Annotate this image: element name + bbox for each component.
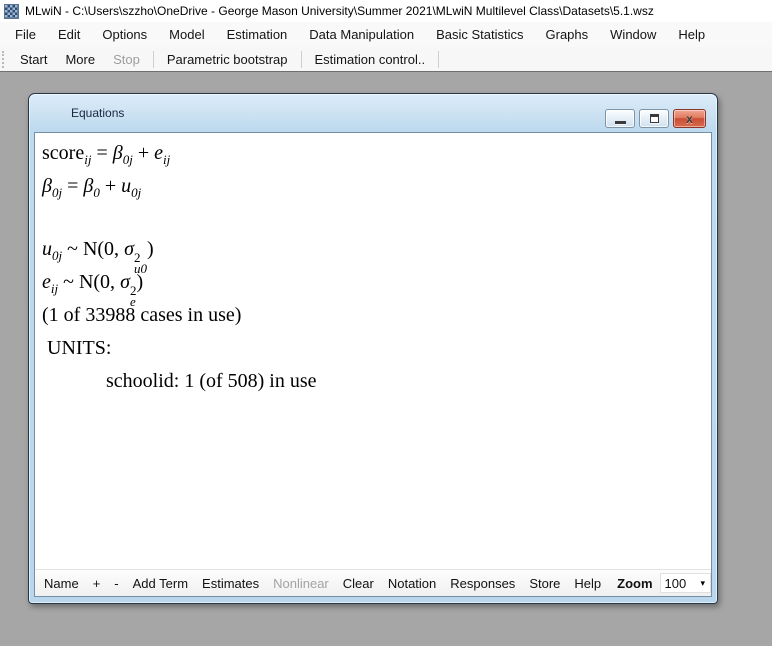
parametric-bootstrap-button[interactable]: Parametric bootstrap: [158, 49, 297, 70]
eq-operator: =: [62, 175, 83, 197]
eq-operator: ~ N(0,: [62, 238, 124, 260]
restore-button[interactable]: [639, 109, 669, 128]
menu-estimation[interactable]: Estimation: [216, 24, 299, 45]
app-icon: [4, 4, 19, 19]
menubar: File Edit Options Model Estimation Data …: [0, 22, 772, 47]
menu-basic-statistics[interactable]: Basic Statistics: [425, 24, 534, 45]
equation-u-distribution[interactable]: u0j ~ N(0, σ2u0): [42, 233, 711, 266]
eq-term: β: [42, 175, 52, 197]
eq-subscript: ij: [163, 152, 170, 167]
units-detail-text: schoolid: 1 (of 508) in use: [42, 365, 711, 398]
eq-sigma: σ: [124, 238, 134, 260]
name-button[interactable]: Name: [37, 573, 86, 594]
zoom-label: Zoom: [608, 573, 657, 594]
units-label: UNITS:: [42, 332, 711, 365]
more-button[interactable]: More: [56, 49, 104, 70]
estimates-button[interactable]: Estimates: [195, 573, 266, 594]
start-button[interactable]: Start: [11, 49, 56, 70]
minimize-icon: [615, 121, 626, 124]
eq-subscript: 0j: [131, 185, 141, 200]
toolbar-grip-icon[interactable]: [2, 51, 7, 68]
app-title: MLwiN - C:\Users\szzho\OneDrive - George…: [25, 4, 654, 18]
menu-help[interactable]: Help: [667, 24, 716, 45]
menu-model[interactable]: Model: [158, 24, 215, 45]
estimation-control-button[interactable]: Estimation control..: [306, 49, 435, 70]
close-button[interactable]: x: [673, 109, 706, 128]
eq-term: β: [83, 175, 93, 197]
mdi-client-area: Equations x scoreij = β0j + eij β0j = β0…: [0, 73, 772, 646]
equations-window-titlebar[interactable]: Equations x: [29, 94, 717, 132]
stop-button[interactable]: Stop: [104, 49, 149, 70]
equations-window-title: Equations: [71, 106, 124, 120]
add-term-button[interactable]: Add Term: [126, 573, 195, 594]
eq-operator: +: [133, 142, 154, 164]
menu-file[interactable]: File: [4, 24, 47, 45]
toolbar-separator: [153, 51, 154, 68]
equation-spacer: [42, 203, 711, 233]
eq-paren: ): [147, 238, 154, 260]
store-button[interactable]: Store: [522, 573, 567, 594]
equation-response[interactable]: scoreij = β0j + eij: [42, 137, 711, 170]
nonlinear-button[interactable]: Nonlinear: [266, 573, 336, 594]
eq-paren: ): [136, 271, 143, 293]
restore-icon: [650, 114, 659, 123]
responses-button[interactable]: Responses: [443, 573, 522, 594]
minimize-button[interactable]: [605, 109, 635, 128]
equation-level2[interactable]: β0j = β0 + u0j: [42, 170, 711, 203]
equations-window: Equations x scoreij = β0j + eij β0j = β0…: [28, 93, 718, 604]
menu-options[interactable]: Options: [91, 24, 158, 45]
app-titlebar: MLwiN - C:\Users\szzho\OneDrive - George…: [0, 0, 772, 22]
eq-operator: =: [91, 142, 112, 164]
close-icon: x: [686, 113, 693, 125]
notation-button[interactable]: Notation: [381, 573, 443, 594]
zoom-combobox[interactable]: 100 ▾: [660, 573, 711, 593]
toolbar-separator: [301, 51, 302, 68]
eq-subscript: 0j: [123, 152, 133, 167]
equations-bottom-toolbar: Name + - Add Term Estimates Nonlinear Cl…: [35, 569, 711, 596]
chevron-down-icon: ▾: [700, 579, 705, 588]
eq-term: e: [154, 142, 163, 164]
menu-graphs[interactable]: Graphs: [535, 24, 600, 45]
zoom-value: 100: [665, 576, 687, 591]
eq-operator: +: [100, 175, 121, 197]
equations-area: scoreij = β0j + eij β0j = β0 + u0j u0j ~…: [35, 133, 711, 398]
minus-button[interactable]: -: [107, 573, 125, 594]
eq-term: u: [42, 238, 52, 260]
eq-term: score: [42, 142, 84, 164]
equations-content: scoreij = β0j + eij β0j = β0 + u0j u0j ~…: [34, 132, 712, 597]
eq-term: e: [42, 271, 51, 293]
toolbar-separator: [438, 51, 439, 68]
eq-operator: ~ N(0,: [58, 271, 120, 293]
eq-sigma: σ: [120, 271, 130, 293]
eq-subscript: 0j: [52, 185, 62, 200]
eq-term: u: [121, 175, 131, 197]
menu-window[interactable]: Window: [599, 24, 667, 45]
eq-term: β: [113, 142, 123, 164]
clear-button[interactable]: Clear: [336, 573, 381, 594]
help-button[interactable]: Help: [567, 573, 608, 594]
menu-data-manipulation[interactable]: Data Manipulation: [298, 24, 425, 45]
window-controls: x: [605, 109, 706, 128]
equation-e-distribution[interactable]: eij ~ N(0, σ2e): [42, 266, 711, 299]
estimation-toolbar: Start More Stop Parametric bootstrap Est…: [0, 47, 772, 72]
eq-subscript: 0j: [52, 248, 62, 263]
plus-button[interactable]: +: [86, 573, 108, 594]
cases-in-use-text: (1 of 33988 cases in use): [42, 299, 711, 332]
menu-edit[interactable]: Edit: [47, 24, 91, 45]
